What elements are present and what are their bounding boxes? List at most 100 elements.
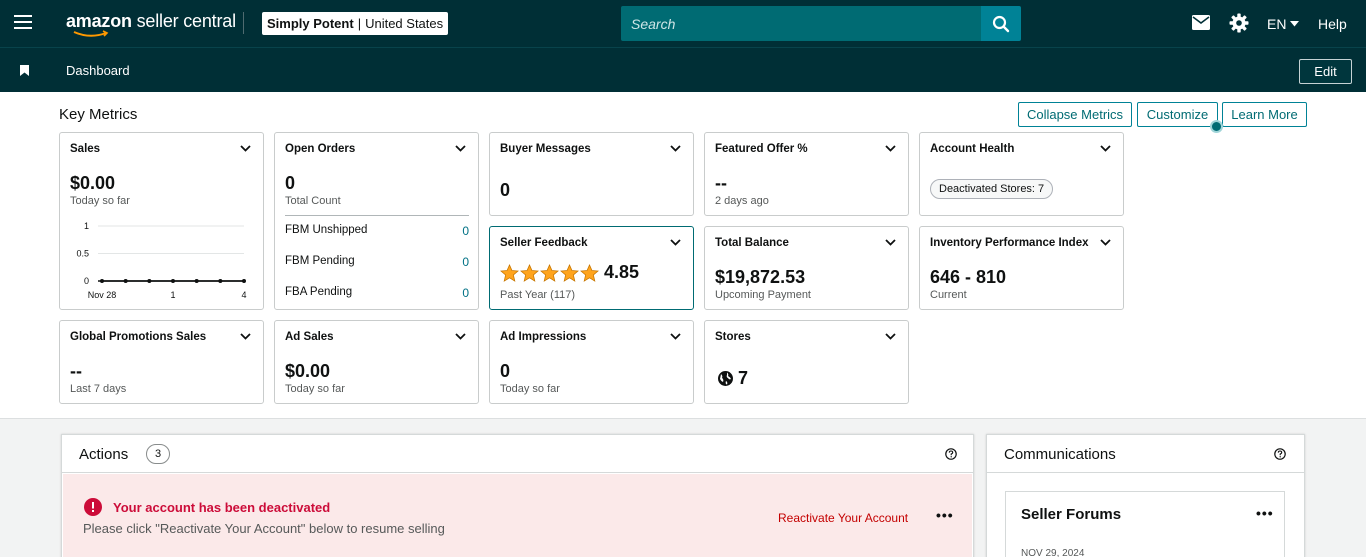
gear-icon[interactable] [1229, 13, 1249, 33]
order-row-value[interactable]: 0 [462, 224, 469, 238]
chevron-down-icon[interactable] [885, 239, 896, 246]
chevron-down-icon[interactable] [240, 145, 251, 152]
inventory-performance-card[interactable]: Inventory Performance Index 646 - 810 Cu… [919, 226, 1124, 310]
buyer-messages-title: Buyer Messages [500, 143, 591, 155]
collapse-metrics-button[interactable]: Collapse Metrics [1018, 102, 1132, 127]
chart-y-tick-label: 0 [84, 276, 89, 286]
search-input[interactable] [621, 6, 981, 41]
stores-title: Stores [715, 331, 751, 343]
account-health-title: Account Health [930, 143, 1015, 155]
seller-forums-date: NOV 29, 2024 [1021, 548, 1085, 557]
stores-count: 7 [717, 368, 748, 389]
alert-description: Please click "Reactivate Your Account" b… [83, 521, 445, 536]
sales-subtitle: Today so far [70, 195, 130, 207]
chevron-down-icon[interactable] [670, 145, 681, 152]
chevron-down-icon[interactable] [455, 333, 466, 340]
dashboard-tab[interactable]: Dashboard [66, 63, 130, 78]
actions-title: Actions [79, 446, 129, 463]
mail-icon[interactable] [1192, 15, 1210, 30]
search-button[interactable] [981, 6, 1021, 41]
learn-more-button[interactable]: Learn More [1222, 102, 1307, 127]
language-selector[interactable]: EN [1267, 16, 1300, 32]
help-circle-icon[interactable] [945, 448, 957, 460]
language-label: EN [1267, 16, 1287, 32]
bookmark-icon[interactable] [20, 65, 29, 76]
ad-impressions-value: 0 [500, 361, 511, 381]
seller-forums-card[interactable]: Seller Forums ••• NOV 29, 2024 [1005, 491, 1285, 557]
chart-y-tick-label: 1 [84, 221, 89, 231]
chevron-down-icon[interactable] [885, 333, 896, 340]
featured-offer-value: -- [715, 173, 727, 193]
seller-feedback-card[interactable]: Seller Feedback 4.85 Past Year (117) [489, 226, 694, 310]
chevron-down-icon[interactable] [455, 145, 466, 152]
ad-impressions-card[interactable]: Ad Impressions 0 Today so far [489, 320, 694, 404]
account-health-card[interactable]: Account Health Deactivated Stores: 7 [919, 132, 1124, 216]
communications-panel: Communications Seller Forums ••• NOV 29,… [986, 434, 1305, 557]
open-orders-card[interactable]: Open Orders 0 Total Count FBM Unshipped … [274, 132, 479, 310]
customize-button[interactable]: Customize [1137, 102, 1218, 127]
reactivate-account-link[interactable]: Reactivate Your Account [778, 511, 908, 525]
help-circle-icon[interactable] [1274, 448, 1286, 460]
seller-central-logo[interactable]: amazon seller central [66, 11, 236, 37]
tour-hotspot[interactable] [1210, 120, 1223, 133]
order-row[interactable]: FBM Pending 0 [285, 255, 469, 269]
sales-title: Sales [70, 143, 101, 155]
featured-offer-title: Featured Offer % [715, 143, 808, 155]
chart-data-point [147, 279, 152, 283]
help-link[interactable]: Help [1318, 16, 1347, 32]
chevron-down-icon[interactable] [670, 333, 681, 340]
header-divider [243, 12, 244, 34]
store-region: United States [365, 16, 444, 31]
chart-data-point [194, 279, 199, 283]
globe-icon [718, 371, 733, 386]
star-icon [540, 263, 559, 282]
chevron-down-icon[interactable] [670, 239, 681, 246]
order-row-label: FBM Unshipped [285, 224, 368, 236]
chevron-down-icon[interactable] [240, 333, 251, 340]
more-options-button[interactable]: ••• [1256, 505, 1274, 521]
featured-offer-card[interactable]: Featured Offer % -- 2 days ago [704, 132, 909, 216]
global-promotions-title: Global Promotions Sales [70, 331, 207, 343]
chevron-down-icon[interactable] [1100, 239, 1111, 246]
chart-data-point [242, 279, 246, 283]
top-navigation-bar: amazon seller central Simply Potent | Un… [0, 0, 1366, 47]
deactivation-alert: Your account has been deactivated Please… [63, 474, 972, 557]
sales-card[interactable]: Sales $0.00 Today so far 1 0.5 0 Nov 28 1 4 [59, 132, 264, 310]
chevron-down-icon[interactable] [885, 145, 896, 152]
ad-sales-card[interactable]: Ad Sales $0.00 Today so far [274, 320, 479, 404]
star-rating: 4.85 [500, 262, 639, 283]
order-row[interactable]: FBM Unshipped 0 [285, 224, 469, 238]
deactivated-stores-badge[interactable]: Deactivated Stores: 7 [930, 179, 1054, 199]
seller-forums-title: Seller Forums [1021, 506, 1122, 523]
order-row-value[interactable]: 0 [462, 286, 469, 300]
actions-panel-header: Actions 3 [62, 435, 973, 473]
store-selector[interactable]: Simply Potent | United States [262, 12, 449, 35]
chevron-down-icon[interactable] [1100, 145, 1111, 152]
caret-down-icon [1290, 21, 1300, 27]
global-promotions-value: -- [70, 361, 82, 381]
order-row-label: FBA Pending [285, 286, 353, 298]
menu-icon[interactable] [14, 15, 32, 30]
edit-button[interactable]: Edit [1299, 59, 1352, 84]
actions-panel: Actions 3 Your account has been deactiva… [61, 434, 974, 557]
more-options-button[interactable]: ••• [936, 507, 954, 523]
ad-sales-subtitle: Today so far [285, 383, 345, 395]
ad-sales-value: $0.00 [285, 361, 331, 381]
search-icon [992, 15, 1010, 32]
sales-line-chart: 1 0.5 0 Nov 28 1 4 [76, 221, 246, 300]
buyer-messages-card[interactable]: Buyer Messages 0 [489, 132, 694, 216]
sales-value: $0.00 [70, 173, 116, 193]
order-row[interactable]: FBA Pending 0 [285, 286, 469, 300]
ad-sales-title: Ad Sales [285, 331, 334, 343]
global-promotions-card[interactable]: Global Promotions Sales -- Last 7 days [59, 320, 264, 404]
ad-impressions-title: Ad Impressions [500, 331, 587, 343]
open-orders-divider [285, 215, 469, 216]
open-orders-subtitle: Total Count [285, 195, 341, 207]
order-row-value[interactable]: 0 [462, 255, 469, 269]
star-icon [560, 263, 579, 282]
total-balance-card[interactable]: Total Balance $19,872.53 Upcoming Paymen… [704, 226, 909, 310]
ad-impressions-subtitle: Today so far [500, 383, 560, 395]
buyer-messages-value: 0 [500, 180, 511, 200]
stores-card[interactable]: Stores 7 [704, 320, 909, 404]
actions-count-badge: 3 [146, 444, 170, 464]
